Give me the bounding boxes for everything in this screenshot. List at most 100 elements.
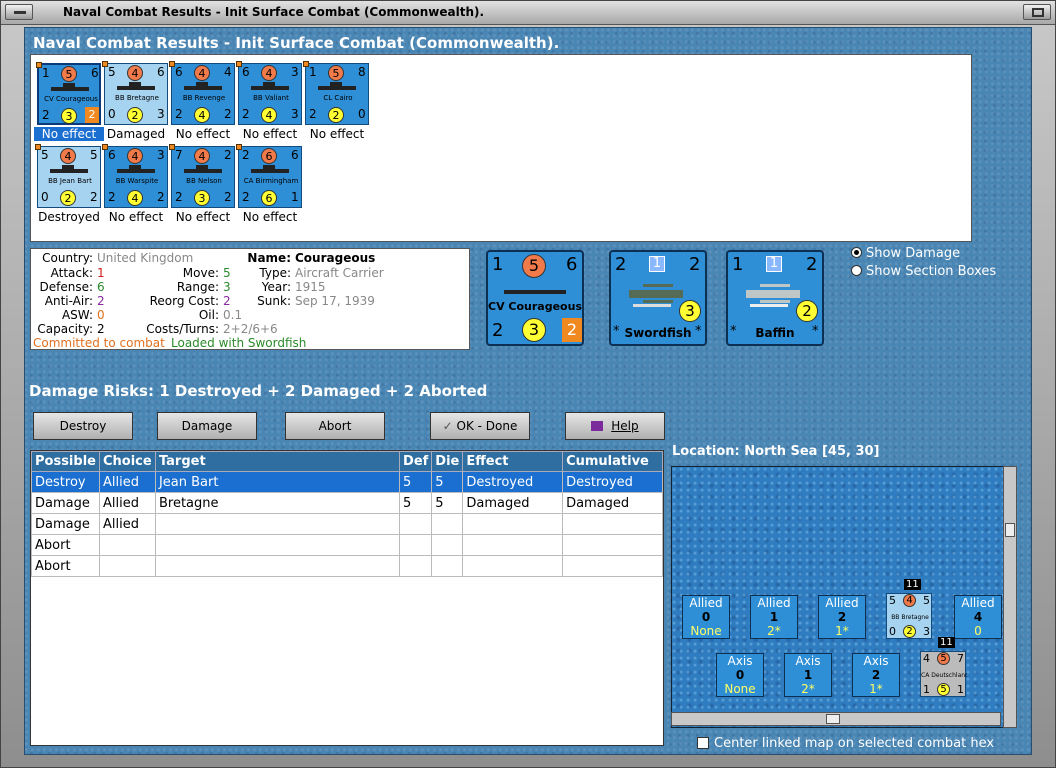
map-unit-attack: 5 xyxy=(889,594,896,607)
table-cell: 5 xyxy=(431,492,464,514)
combat-section-box[interactable]: Axis 2 1* xyxy=(852,653,900,697)
big-card-defense: 6 xyxy=(566,254,578,275)
table-cell: Destroy xyxy=(31,471,100,493)
map-unit-capacity: 3 xyxy=(923,625,930,638)
show-section-boxes-option[interactable]: Show Section Boxes xyxy=(851,264,996,279)
title-bar[interactable]: Naval Combat Results - Init Surface Comb… xyxy=(1,1,1055,25)
unit-defense: 6 xyxy=(91,66,99,80)
unit-attack: 7 xyxy=(175,148,183,162)
map-unit-antiair: 0 xyxy=(889,625,896,638)
plane1-name: Swordfish xyxy=(624,326,692,340)
unit-result: Damaged xyxy=(106,127,166,141)
unit-name: CA Birmingham xyxy=(243,177,299,185)
combat-section-box[interactable]: Allied 2 1* xyxy=(818,595,866,639)
map-unit-attack: 4 xyxy=(923,652,930,665)
unit-defense: 6 xyxy=(291,148,299,162)
map-vertical-scrollbar[interactable] xyxy=(1003,466,1017,728)
unit-name: BB Revenge xyxy=(182,94,226,102)
column-header: Target xyxy=(154,451,401,472)
maximize-button[interactable] xyxy=(1023,4,1051,20)
unit-card[interactable]: 5 4 6 BB Bretagne 0 2 3 xyxy=(102,61,168,125)
unit-card[interactable]: 1 5 8 CL Cairo 2 2 0 xyxy=(303,61,369,125)
unit-top-circle: 4 xyxy=(127,65,143,81)
sunk-value: Sep 17, 1939 xyxy=(295,294,375,308)
attack-value: 1 xyxy=(97,266,105,280)
plane1-tl: 2 xyxy=(615,254,627,275)
unit-mid-circle: 3 xyxy=(61,108,77,124)
damage-choice-table: Possible Choice Target Def Die Effect Cumulati… xyxy=(30,450,664,746)
combat-section-box[interactable]: Allied 4 0 xyxy=(954,595,1002,639)
table-cell xyxy=(399,534,433,556)
section-value: 2* xyxy=(767,624,781,638)
map-horizontal-scrollbar[interactable] xyxy=(671,712,1001,726)
table-cell: 5 xyxy=(431,471,464,493)
vertical-scroll-thumb[interactable] xyxy=(1005,523,1015,537)
unit-result: Destroyed xyxy=(38,210,100,224)
table-row[interactable]: Destroy Allied Jean Bart 5 5 Destroyed Destroy… xyxy=(31,471,663,493)
unit-antiair: 2 xyxy=(108,190,116,204)
combat-section-box[interactable]: Allied 1 2* xyxy=(750,595,798,639)
move-value: 5 xyxy=(223,266,231,280)
map-unit-capacity: 1 xyxy=(957,683,964,696)
unit-card[interactable]: 2 6 6 CA Birmingham 2 6 1 xyxy=(236,144,302,208)
column-header: Effect xyxy=(462,451,564,472)
section-side: Allied xyxy=(825,596,859,610)
minimize-button[interactable] xyxy=(5,4,33,20)
unit-card[interactable]: 5 4 5 BB Jean Bart 0 2 2 xyxy=(35,144,101,208)
section-number: 0 xyxy=(735,668,745,682)
section-value: 1* xyxy=(869,682,883,696)
table-row[interactable]: Abort xyxy=(31,555,663,577)
unit-card[interactable]: 1 5 6 CV Courageous 2 3 2 xyxy=(36,62,101,125)
unit-capacity: 1 xyxy=(291,190,299,204)
unit-capacity: 0 xyxy=(358,107,366,121)
plane2-mid-circle: 2 xyxy=(796,300,818,322)
unit-name: BB Warspite xyxy=(115,177,159,185)
table-cell xyxy=(562,555,663,577)
help-button[interactable]: Help xyxy=(565,412,665,440)
combat-section-box[interactable]: Axis 1 2* xyxy=(784,653,832,697)
table-row[interactable]: Damage Allied xyxy=(31,513,663,535)
type-value: Aircraft Carrier xyxy=(295,266,384,280)
unit-mid-circle: 6 xyxy=(261,190,277,206)
unit-top-circle: 4 xyxy=(60,148,76,164)
window-title: Naval Combat Results - Init Surface Comb… xyxy=(63,5,485,19)
mini-map[interactable]: Allied 0 None Allied 1 2* Allied 2 1* Allied 4 0 Axi… xyxy=(671,466,1015,728)
center-map-option[interactable]: Center linked map on selected combat hex xyxy=(697,736,994,751)
map-unit-counter[interactable]: 4 5 7 CA Deutschland 1 5 1 xyxy=(920,651,967,697)
ship-silhouette-icon xyxy=(318,82,356,90)
table-row[interactable]: Damage Allied Bretagne 5 5 Damaged Damaged xyxy=(31,492,663,514)
horizontal-scroll-thumb[interactable] xyxy=(826,714,840,724)
map-unit-mid: 5 xyxy=(937,683,950,696)
section-side: Axis xyxy=(727,654,753,668)
map-unit-counter[interactable]: 5 4 5 BB Bretagne 0 2 3 xyxy=(886,593,932,639)
defense-label: Defense: xyxy=(39,280,93,294)
oil-value: 0.1 xyxy=(223,308,243,322)
unit-antiair: 2 xyxy=(242,107,250,121)
combat-section-box[interactable]: Allied 0 None xyxy=(682,595,730,639)
unit-attack: 1 xyxy=(42,66,50,80)
unit-card[interactable]: 6 4 4 BB Revenge 2 4 2 xyxy=(169,61,235,125)
section-number: 0 xyxy=(701,610,711,624)
ok-done-button[interactable]: ✓ OK - Done xyxy=(430,412,530,440)
show-section-boxes-radio[interactable] xyxy=(851,265,862,276)
year-value: 1915 xyxy=(295,280,326,294)
show-damage-radio[interactable] xyxy=(851,247,862,258)
destroy-button[interactable]: Destroy xyxy=(33,412,133,440)
abort-button[interactable]: Abort xyxy=(285,412,385,440)
unit-card[interactable]: 6 4 3 BB Valiant 2 4 3 xyxy=(236,61,302,125)
show-damage-option[interactable]: Show Damage xyxy=(851,246,960,261)
unit-top-circle: 4 xyxy=(194,148,210,164)
map-unit-defense: 5 xyxy=(923,594,930,607)
center-map-checkbox[interactable] xyxy=(697,737,709,749)
choice-table: Possible Choice Target Def Die Effect Cumulati… xyxy=(31,451,663,577)
table-cell xyxy=(154,534,401,556)
table-cell: Damaged xyxy=(562,492,663,514)
big-card-capacity: 2 xyxy=(562,318,582,342)
table-row[interactable]: Abort xyxy=(31,534,663,556)
damage-button[interactable]: Damage xyxy=(157,412,257,440)
table-cell xyxy=(431,513,464,535)
combat-section-box[interactable]: Axis 0 None xyxy=(716,653,764,697)
column-header: Die xyxy=(431,451,464,472)
unit-card[interactable]: 6 4 3 BB Warspite 2 4 2 xyxy=(102,144,168,208)
unit-card[interactable]: 7 4 2 BB Nelson 2 3 2 xyxy=(169,144,235,208)
